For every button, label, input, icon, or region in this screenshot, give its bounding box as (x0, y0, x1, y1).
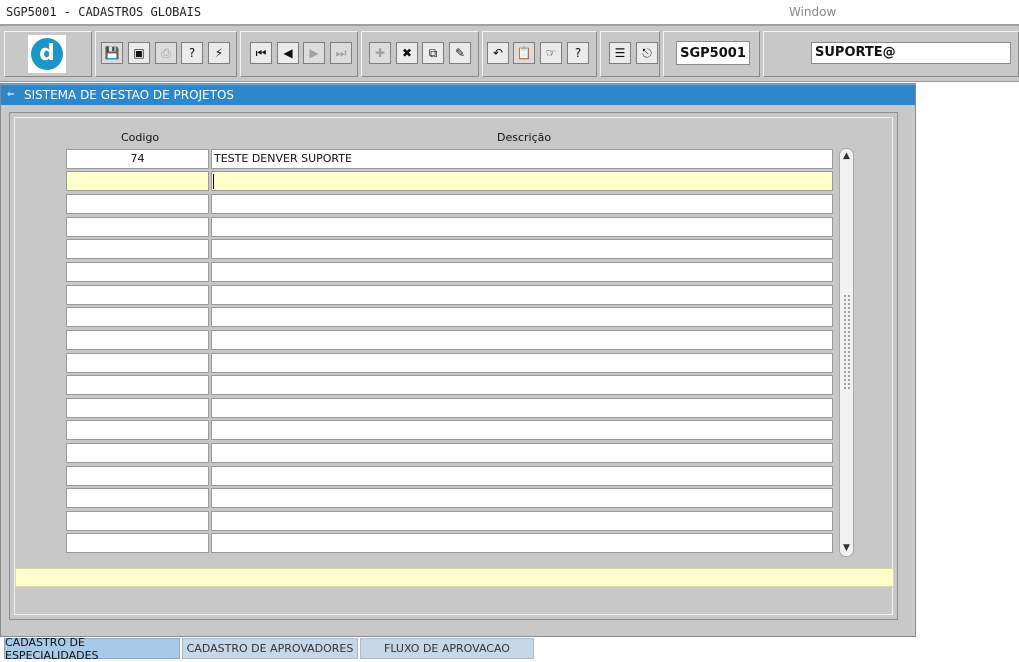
descricao-cell[interactable] (211, 171, 833, 191)
descricao-cell[interactable] (211, 285, 833, 305)
user-field: SUPORTE@ (811, 42, 1011, 64)
help-icon[interactable]: ? (567, 42, 589, 64)
query-help-icon[interactable]: ? (181, 42, 203, 64)
descricao-cell[interactable] (211, 443, 833, 463)
tab-cadastro-especialidades[interactable]: CADASTRO DE ESPECIALIDADES (4, 635, 180, 662)
menu-icon[interactable]: ☰ (609, 42, 631, 64)
undo-icon[interactable]: ↶ (487, 42, 509, 64)
execute-query-icon[interactable]: ⚡ (208, 42, 230, 64)
scroll-up-icon[interactable]: ▲ (840, 150, 853, 163)
descricao-cell[interactable] (211, 511, 833, 531)
codigo-cell[interactable] (66, 466, 209, 486)
first-record-icon[interactable]: ⏮ (250, 42, 272, 64)
descricao-cell[interactable] (211, 217, 833, 237)
codigo-cell[interactable] (66, 420, 209, 440)
descricao-cell[interactable] (211, 375, 833, 395)
codigo-cell[interactable] (66, 307, 209, 327)
scroll-grip[interactable] (843, 294, 850, 390)
toolbar: d 💾 ▣ ⎙? ⚡ ⏮ ◀ ▶ ⏭ ✚ ✖ ⧉ ✎ ↶ 📋 ☞? ☰ ⎋ SGP5001 SUPORTE@ (0, 24, 1019, 82)
window-title-bar: ⇐ SISTEMA DE GESTAO DE PROJETOS (1, 84, 915, 105)
app-title: SGP5001 - CADASTROS GLOBAIS (6, 5, 202, 19)
descricao-cell[interactable] (211, 307, 833, 327)
codigo-cell[interactable] (66, 239, 209, 259)
codigo-cell[interactable]: 74 (66, 149, 209, 169)
tab-label: FLUXO DE APROVACAO (384, 642, 510, 655)
tab-cadastro-aprovadores[interactable]: CADASTRO DE APROVADORES (182, 638, 358, 659)
descricao-cell[interactable] (211, 488, 833, 508)
codigo-cell[interactable] (66, 375, 209, 395)
descricao-cell[interactable] (211, 194, 833, 214)
codigo-cell[interactable] (66, 488, 209, 508)
menu-window[interactable]: Window (789, 5, 836, 19)
next-record-icon[interactable]: ▶ (303, 42, 325, 64)
codigo-cell[interactable] (66, 217, 209, 237)
print-icon[interactable]: ⎙ (155, 42, 177, 64)
descricao-cell[interactable]: TESTE DENVER SUPORTE (211, 149, 833, 169)
duplicate-record-icon[interactable]: ⧉ (422, 42, 444, 64)
codigo-cell[interactable] (66, 353, 209, 373)
exit-icon[interactable]: ⎋ (636, 42, 658, 64)
clipboard-icon[interactable]: 📋 (513, 42, 535, 64)
codigo-cell[interactable] (66, 171, 209, 191)
tab-label: CADASTRO DE APROVADORES (186, 642, 354, 655)
text-caret (213, 174, 214, 189)
column-header-codigo: Codigo (121, 131, 160, 144)
codigo-cell[interactable] (66, 443, 209, 463)
menu-bar: SGP5001 - CADASTROS GLOBAIS Window (0, 0, 1019, 24)
save-icon[interactable]: 💾 (101, 42, 123, 64)
app-logo: d (28, 35, 66, 73)
descricao-cell[interactable] (211, 330, 833, 350)
previous-record-icon[interactable]: ◀ (277, 42, 299, 64)
descricao-cell[interactable] (211, 398, 833, 418)
last-record-icon[interactable]: ⏭ (330, 42, 352, 64)
window-icon: ⇐ (7, 90, 15, 100)
column-header-descricao: Descrição (497, 131, 552, 144)
tab-fluxo-aprovacao[interactable]: FLUXO DE APROVACAO (360, 638, 534, 659)
grid-scrollbar[interactable]: ▲ ▼ (839, 148, 854, 557)
logo-icon: d (31, 38, 63, 70)
hint-bar (15, 568, 894, 587)
descricao-cell[interactable] (211, 262, 833, 282)
descricao-cell[interactable] (211, 239, 833, 259)
scroll-down-icon[interactable]: ▼ (840, 542, 853, 555)
codigo-cell[interactable] (66, 398, 209, 418)
descricao-cell[interactable] (211, 533, 833, 553)
descricao-cell[interactable] (211, 353, 833, 373)
codigo-cell[interactable] (66, 194, 209, 214)
edit-icon[interactable]: ✎ (449, 42, 471, 64)
form-code-field: SGP5001 (676, 41, 750, 65)
list-values-icon[interactable]: ☞ (540, 42, 562, 64)
codigo-cell[interactable] (66, 511, 209, 531)
insert-record-icon[interactable]: ✚ (369, 42, 391, 64)
tab-label: CADASTRO DE ESPECIALIDADES (5, 635, 99, 662)
codigo-cell[interactable] (66, 330, 209, 350)
codigo-cell[interactable] (66, 262, 209, 282)
delete-record-icon[interactable]: ✖ (396, 42, 418, 64)
descricao-cell[interactable] (211, 420, 833, 440)
window-icon[interactable]: ▣ (128, 42, 150, 64)
descricao-cell[interactable] (211, 466, 833, 486)
codigo-cell[interactable] (66, 533, 209, 553)
codigo-cell[interactable] (66, 285, 209, 305)
window-title: SISTEMA DE GESTAO DE PROJETOS (24, 88, 235, 102)
